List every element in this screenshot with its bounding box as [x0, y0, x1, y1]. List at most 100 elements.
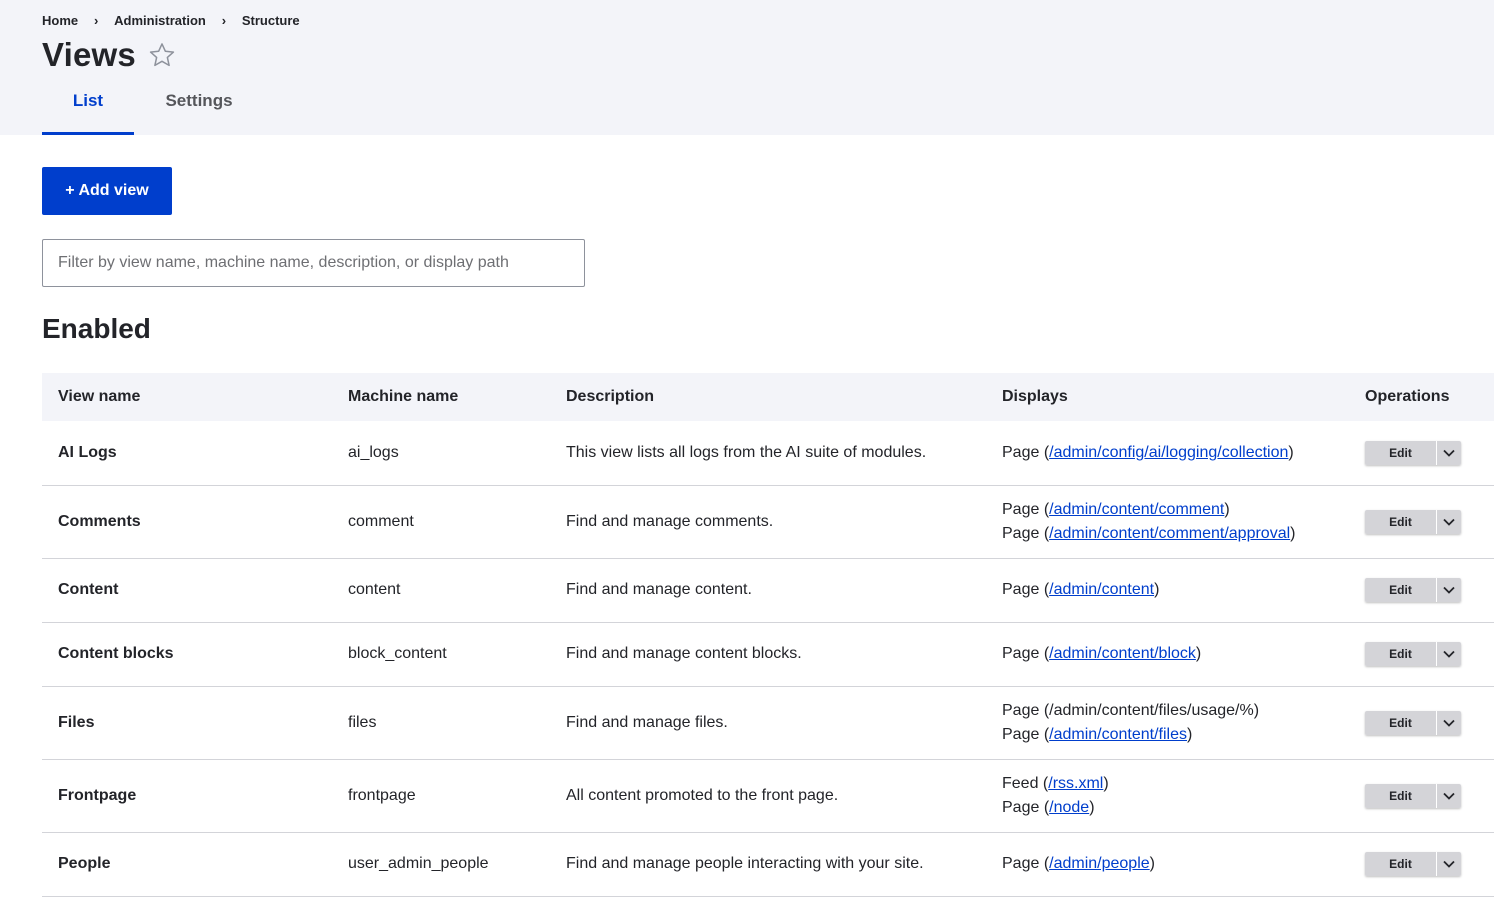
operations-dropbutton: Edit	[1365, 440, 1461, 465]
display-type: Feed (	[1002, 774, 1049, 792]
display-path-link[interactable]: /rss.xml	[1048, 775, 1103, 792]
breadcrumb-home[interactable]: Home	[42, 13, 78, 28]
header-description: Description	[566, 388, 655, 405]
display-close-paren: )	[1089, 798, 1095, 816]
machine-name-cell: user_admin_people	[348, 855, 489, 872]
operations-toggle-button[interactable]	[1437, 509, 1461, 534]
table-row: People user_admin_people Find and manage p…	[42, 832, 1494, 896]
display-close-paren: )	[1290, 524, 1296, 542]
star-icon[interactable]	[148, 41, 176, 69]
view-name-cell: Content	[58, 581, 119, 598]
chevron-down-icon	[1443, 650, 1455, 658]
display-type: Page (	[1002, 725, 1050, 743]
display-type: Page (	[1002, 645, 1050, 662]
display-path-link[interactable]: /admin/config/ai/logging/collection	[1049, 444, 1288, 461]
display-close-paren: )	[1253, 701, 1260, 719]
display-type: Page (	[1002, 701, 1050, 719]
displays-cell: Page (/admin/people)	[986, 832, 1349, 896]
edit-button[interactable]: Edit	[1365, 642, 1437, 666]
view-name-cell: AI Logs	[58, 443, 117, 461]
display-path-link[interactable]: /admin/content	[1049, 581, 1154, 598]
header-machine-name: Machine name	[348, 388, 459, 405]
display-path-link[interactable]: /admin/content/block	[1049, 645, 1196, 662]
operations-toggle-button[interactable]	[1437, 852, 1461, 876]
operations-cell: Edit	[1349, 832, 1494, 896]
tabs: List Settings	[42, 86, 264, 135]
displays-cell: Page (/admin/content/comment) Page (/admi…	[986, 485, 1349, 558]
chevron-down-icon	[1443, 719, 1455, 727]
display-type: Page (	[1002, 500, 1050, 518]
display-close-paren: )	[1288, 443, 1294, 461]
filter-input[interactable]	[42, 239, 585, 287]
chevron-down-icon	[1443, 518, 1455, 526]
table-row: Content blocks block_content Find and mana…	[42, 622, 1494, 686]
display-entry: Page (/admin/content/block)	[1002, 642, 1333, 666]
operations-toggle-button[interactable]	[1437, 440, 1461, 465]
table-row: Frontpage frontpage All content promoted t…	[42, 759, 1494, 832]
description-cell: Find and manage people interacting with …	[566, 855, 924, 872]
operations-toggle-button[interactable]	[1437, 710, 1461, 735]
display-path-link[interactable]: /admin/content/comment/approval	[1049, 525, 1290, 542]
edit-button[interactable]: Edit	[1365, 710, 1437, 735]
section-title-enabled: Enabled	[42, 313, 151, 344]
display-entry: Page (/admin/config/ai/logging/collectio…	[1002, 441, 1333, 465]
tab-settings[interactable]: Settings	[134, 86, 264, 135]
table-row: Comments comment Find and manage comments.…	[42, 485, 1494, 558]
display-path-link[interactable]: /admin/people	[1049, 855, 1150, 872]
operations-toggle-button[interactable]	[1437, 783, 1461, 808]
display-entry: Page (/admin/content/comment/approval)	[1002, 522, 1333, 546]
operations-dropbutton: Edit	[1365, 509, 1461, 534]
displays-cell: Page (/admin/content)	[986, 558, 1349, 622]
machine-name-cell: comment	[348, 512, 414, 530]
display-path: /admin/content/files/usage/%	[1049, 701, 1254, 719]
operations-dropbutton: Edit	[1365, 852, 1461, 876]
description-cell: This view lists all logs from the AI sui…	[566, 443, 927, 461]
operations-cell: Edit	[1349, 558, 1494, 622]
edit-button[interactable]: Edit	[1365, 852, 1437, 876]
chevron-down-icon	[1443, 586, 1455, 594]
display-type: Page (	[1002, 443, 1050, 461]
display-close-paren: )	[1103, 774, 1109, 792]
operations-toggle-button[interactable]	[1437, 642, 1461, 666]
displays-cell: Feed (/rss.xml) Page (/node)	[986, 759, 1349, 832]
edit-button[interactable]: Edit	[1365, 509, 1437, 534]
tab-list[interactable]: List	[42, 86, 134, 135]
table-body: AI Logs ai_logs This view lists all logs f…	[42, 421, 1494, 896]
table-row: Files files Find and manage files. Page (/a…	[42, 686, 1494, 759]
display-close-paren: )	[1154, 581, 1160, 598]
description-cell: All content promoted to the front page.	[566, 786, 839, 804]
edit-button[interactable]: Edit	[1365, 783, 1437, 808]
machine-name-cell: files	[348, 713, 377, 731]
breadcrumb: Home › Administration › Structure	[42, 13, 300, 28]
operations-toggle-button[interactable]	[1437, 578, 1461, 602]
machine-name-cell: block_content	[348, 645, 447, 662]
operations-cell: Edit	[1349, 485, 1494, 558]
operations-cell: Edit	[1349, 686, 1494, 759]
view-name-cell: People	[58, 855, 111, 872]
breadcrumb-structure[interactable]: Structure	[242, 13, 300, 28]
edit-button[interactable]: Edit	[1365, 578, 1437, 602]
machine-name-cell: frontpage	[348, 786, 416, 804]
view-name-cell: Comments	[58, 512, 141, 530]
operations-dropbutton: Edit	[1365, 578, 1461, 602]
display-type: Page (	[1002, 524, 1050, 542]
displays-cell: Page (/admin/content/files/usage/%) Page …	[986, 686, 1349, 759]
description-cell: Find and manage content blocks.	[566, 645, 802, 662]
display-entry: Page (/admin/content/files/usage/%)	[1002, 699, 1333, 723]
table-row: Content content Find and manage content. Pa…	[42, 558, 1494, 622]
display-path-link[interactable]: /node	[1049, 799, 1089, 816]
machine-name-cell: ai_logs	[348, 443, 399, 461]
description-cell: Find and manage comments.	[566, 512, 774, 530]
title-row: Views	[42, 36, 176, 74]
display-path-link[interactable]: /admin/content/files	[1049, 726, 1187, 743]
breadcrumb-administration[interactable]: Administration	[114, 13, 206, 28]
edit-button[interactable]: Edit	[1365, 440, 1437, 465]
breadcrumb-separator: ›	[221, 13, 227, 28]
add-view-button[interactable]: + Add view	[42, 167, 172, 215]
header-view-name: View name	[58, 388, 141, 405]
operations-dropbutton: Edit	[1365, 642, 1461, 666]
operations-dropbutton: Edit	[1365, 783, 1461, 808]
display-path-link[interactable]: /admin/content/comment	[1049, 501, 1224, 518]
machine-name-cell: content	[348, 581, 401, 598]
page-header: Home › Administration › Structure Views …	[0, 0, 1494, 135]
